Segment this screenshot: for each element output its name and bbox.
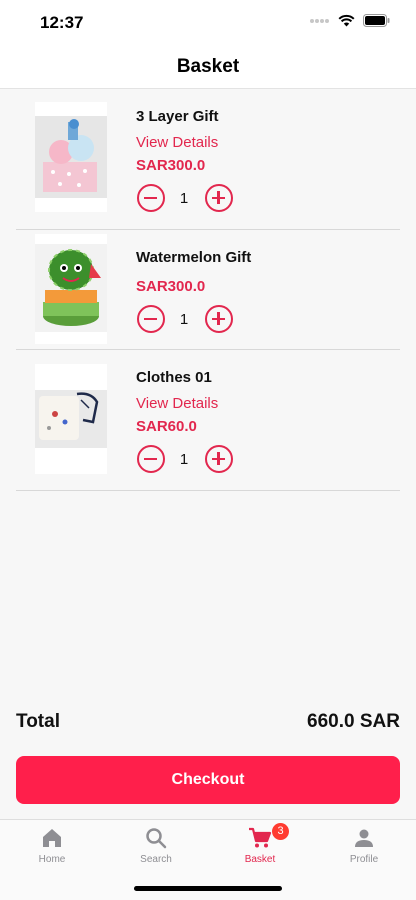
battery-icon xyxy=(363,14,390,27)
view-details-link[interactable]: View Details xyxy=(136,134,218,151)
checkout-button[interactable]: Checkout xyxy=(16,756,400,804)
decrease-quantity-button[interactable] xyxy=(137,184,165,212)
status-bar: 12:37 xyxy=(0,0,416,44)
quantity-stepper: 1 xyxy=(136,184,236,214)
total-label: Total xyxy=(16,711,60,732)
product-image xyxy=(35,234,107,344)
cart-count-badge: 3 xyxy=(272,823,289,840)
product-image xyxy=(35,102,107,212)
basket-item: Watermelon Gift SAR300.0 1 xyxy=(16,230,400,350)
product-price: SAR60.0 xyxy=(136,418,197,435)
tab-label: Home xyxy=(38,854,66,865)
decrease-quantity-button[interactable] xyxy=(137,305,165,333)
increase-quantity-button[interactable] xyxy=(205,305,233,333)
signal-icon xyxy=(310,18,329,23)
home-icon xyxy=(43,829,61,847)
tab-label: Search xyxy=(140,854,172,865)
basket-item: 3 Layer Gift View Details SAR300.0 1 xyxy=(16,89,400,230)
nav-bar: Basket xyxy=(0,44,416,89)
cart-icon xyxy=(249,827,272,848)
basket-item: Clothes 01 View Details SAR60.0 1 xyxy=(16,350,400,491)
person-icon xyxy=(355,829,373,847)
search-icon xyxy=(146,828,167,849)
quantity-value: 1 xyxy=(179,190,189,207)
product-price: SAR300.0 xyxy=(136,278,206,295)
quantity-stepper: 1 xyxy=(136,445,236,475)
wifi-icon xyxy=(338,14,355,27)
quantity-stepper: 1 xyxy=(136,305,236,335)
increase-quantity-button[interactable] xyxy=(205,184,233,212)
tab-label: Basket xyxy=(244,854,276,865)
tab-basket[interactable]: 3 Basket xyxy=(208,820,312,880)
decrease-quantity-button[interactable] xyxy=(137,445,165,473)
view-details-link[interactable]: View Details xyxy=(136,395,218,412)
tab-home[interactable]: Home xyxy=(0,820,104,880)
product-name: Watermelon Gift xyxy=(136,249,252,266)
tab-profile[interactable]: Profile xyxy=(312,820,416,880)
product-name: Clothes 01 xyxy=(136,369,212,386)
page-title: Basket xyxy=(176,56,240,77)
increase-quantity-button[interactable] xyxy=(205,445,233,473)
product-price: SAR300.0 xyxy=(136,157,206,174)
tab-label: Profile xyxy=(349,854,379,865)
quantity-value: 1 xyxy=(179,311,189,328)
home-indicator xyxy=(134,886,282,891)
quantity-value: 1 xyxy=(179,451,189,468)
product-image xyxy=(35,364,107,474)
total-value: 660.0 SAR xyxy=(307,711,400,732)
status-time: 12:37 xyxy=(40,13,84,32)
status-icons xyxy=(310,14,390,27)
tab-search[interactable]: Search xyxy=(104,820,208,880)
product-name: 3 Layer Gift xyxy=(136,108,219,125)
